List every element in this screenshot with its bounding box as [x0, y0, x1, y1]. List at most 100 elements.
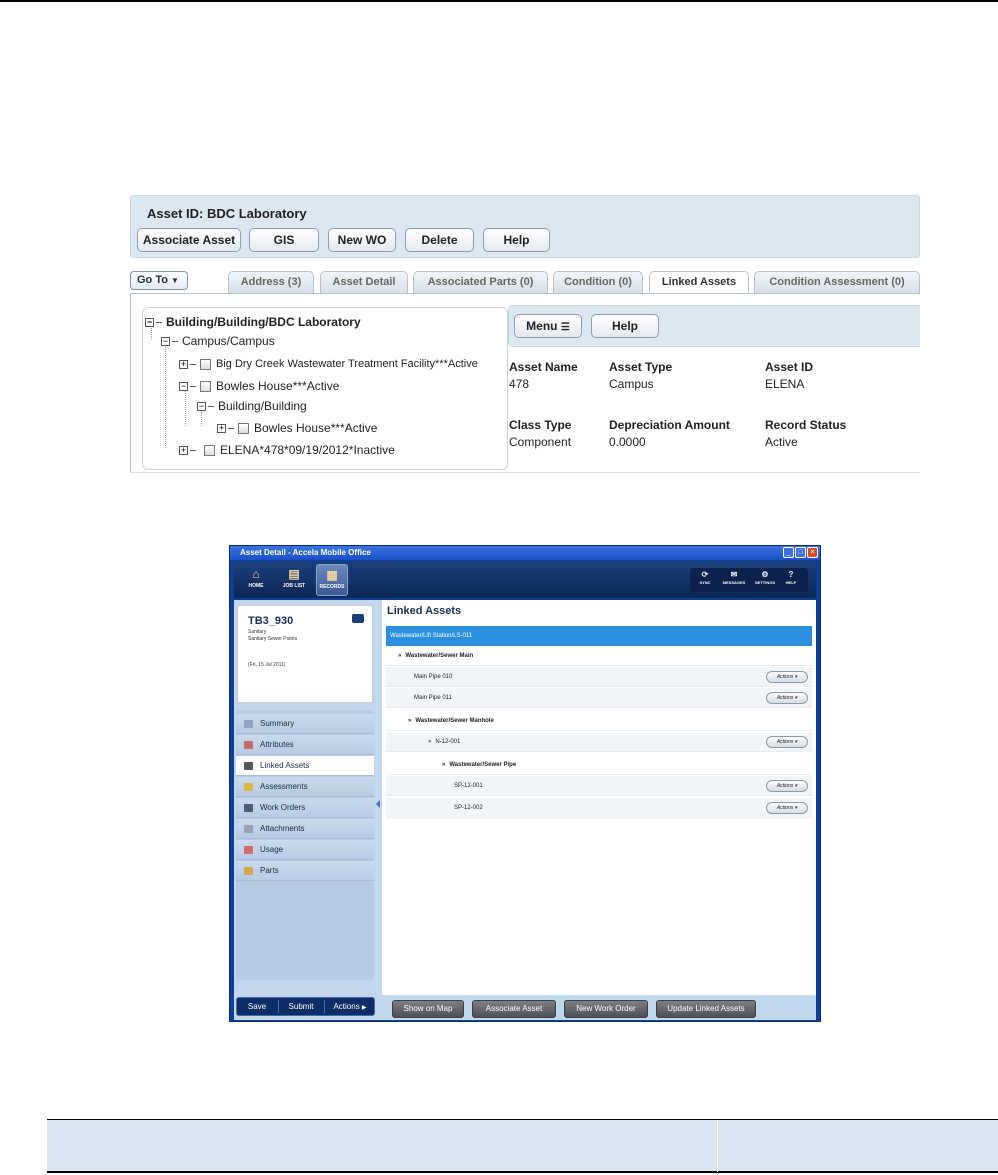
sync-button[interactable]: ⟳ SYNC [696, 570, 714, 585]
tree-checkbox[interactable] [238, 423, 249, 435]
tab-asset-detail[interactable]: Asset Detail [320, 271, 408, 293]
side-item-linked-assets[interactable]: Linked Assets [236, 756, 374, 776]
tree-node-campus[interactable]: − Campus/Campus [161, 333, 275, 349]
linked-assets-panel: Linked Assets Wastewater/Lift Station/LS… [382, 600, 816, 995]
tree-node-bowles-house[interactable]: − Bowles House***Active [179, 378, 339, 394]
nav-job-list[interactable]: ▤ JOB LIST [278, 564, 310, 596]
group-row-sewer-pipe[interactable]: » Wastewater/Sewer Pipe [386, 755, 812, 775]
list-item[interactable]: SP-12-001 Actions ▾ [386, 776, 812, 796]
expand-icon[interactable]: + [179, 446, 188, 456]
asset-name-label: Asset Name [509, 360, 578, 374]
side-item-label: Attachments [260, 824, 305, 833]
side-item-parts[interactable]: Parts [236, 861, 374, 881]
tab-condition[interactable]: Condition (0) [553, 271, 643, 293]
chevron-down-icon: ▼ [170, 276, 179, 285]
help-system-button[interactable]: ? HELP [782, 570, 800, 585]
tree-node-elena[interactable]: + ELENA*478*09/19/2012*Inactive [179, 442, 395, 458]
panel-title: Linked Assets [387, 605, 462, 617]
actions-button[interactable]: Actions ▾ [766, 780, 808, 792]
detail-help-button[interactable]: Help [591, 314, 659, 338]
help-icon: ? [788, 570, 794, 579]
tree-branch-dash [228, 428, 234, 430]
settings-label: SETTINGS [754, 580, 775, 585]
side-item-label: Parts [260, 866, 279, 875]
help-button[interactable]: Help [483, 228, 550, 252]
asset-id-label: Asset ID [765, 360, 814, 374]
tab-address[interactable]: Address (3) [228, 271, 314, 293]
group-label: Wastewater/Sewer Main [405, 653, 474, 659]
tree-node-building[interactable]: − Building/Building [197, 398, 307, 414]
job-list-icon: ▤ [288, 567, 300, 581]
close-icon[interactable]: ✕ [807, 547, 818, 558]
side-item-attributes[interactable]: Attributes [236, 735, 374, 755]
list-item[interactable]: » N-12-001 Actions ▾ [386, 732, 812, 752]
tab-linked-assets[interactable]: Linked Assets [649, 271, 749, 294]
side-item-assessments[interactable]: Assessments [236, 777, 374, 797]
submit-button[interactable]: Submit [279, 998, 323, 1015]
associate-asset-mobile-button[interactable]: Associate Asset [472, 1000, 556, 1018]
app-toolbar: ⌂ HOME ▤ JOB LIST ▦ RECORDS ⟳ SYNC ✉ MESSAGES… [234, 562, 816, 598]
list-item[interactable]: Main Pipe 010 Actions ▾ [386, 667, 812, 687]
nav-home[interactable]: ⌂ HOME [240, 564, 272, 596]
chevron-double-down-icon: » [408, 718, 412, 724]
messages-button[interactable]: ✉ MESSAGES [720, 570, 748, 585]
side-item-work-orders[interactable]: Work Orders [236, 798, 374, 818]
update-linked-assets-button[interactable]: Update Linked Assets [656, 1000, 756, 1018]
group-row-sewer-main[interactable]: » Wastewater/Sewer Main [386, 646, 812, 666]
collapse-icon[interactable]: − [179, 382, 188, 392]
tree-node-bowles-house-child[interactable]: + Bowles House***Active [217, 420, 377, 436]
gis-button[interactable]: GIS [249, 228, 319, 252]
maximize-icon[interactable]: □ [795, 547, 806, 558]
expand-icon[interactable]: + [217, 424, 226, 434]
nav-records[interactable]: ▦ RECORDS [316, 564, 348, 596]
tree-branch-dash [208, 406, 214, 408]
work-orders-icon [244, 804, 253, 812]
new-wo-button[interactable]: New WO [328, 228, 396, 252]
associate-asset-button[interactable]: Associate Asset [137, 228, 241, 252]
actions-button[interactable]: Actions ▾ [766, 692, 808, 704]
collapse-icon[interactable]: − [197, 402, 206, 412]
summary-icon [244, 720, 253, 728]
actions-button[interactable]: Actions ▾ [766, 736, 808, 748]
group-row-sewer-manhole[interactable]: » Wastewater/Sewer Manhole [386, 711, 812, 731]
side-item-summary[interactable]: Summary [236, 714, 374, 734]
tab-associated-parts[interactable]: Associated Parts (0) [413, 271, 548, 293]
save-button[interactable]: Save [237, 998, 277, 1015]
tree-node-big-dry-creek[interactable]: + Big Dry Creek Wastewater Treatment Faci… [179, 356, 478, 372]
tab-underline [130, 293, 920, 294]
menu-button[interactable]: Menu ☰ [514, 314, 582, 338]
camera-icon[interactable] [352, 614, 364, 623]
actions-button[interactable]: Actions ▾ [766, 671, 808, 683]
collapse-icon[interactable]: − [145, 318, 154, 328]
goto-dropdown[interactable]: Go To ▼ [130, 271, 188, 290]
list-item[interactable]: Main Pipe 011 Actions ▾ [386, 688, 812, 708]
asset-id-value: ELENA [765, 377, 805, 391]
new-work-order-button[interactable]: New Work Order [564, 1000, 648, 1018]
actions-button[interactable]: Actions ▾ [766, 802, 808, 814]
settings-button[interactable]: ⚙ SETTINGS [752, 570, 778, 585]
tree-checkbox[interactable] [200, 358, 211, 370]
side-item-label: Attributes [260, 740, 294, 749]
panel-splitter-arrow-icon[interactable] [376, 800, 380, 808]
chevron-double-down-icon: » [442, 762, 446, 768]
minimize-icon[interactable]: _ [783, 547, 794, 558]
tab-condition-assessment[interactable]: Condition Assessment (0) [754, 271, 920, 293]
list-item[interactable]: SP-12-002 Actions ▾ [386, 798, 812, 818]
side-item-usage[interactable]: Usage [236, 840, 374, 860]
delete-button[interactable]: Delete [405, 228, 474, 252]
asset-type-label: Asset Type [609, 360, 673, 374]
linked-asset-parent-row[interactable]: Wastewater/Lift Station/LS-011 [386, 626, 812, 646]
help-system-label: HELP [785, 580, 797, 585]
assessments-icon [244, 783, 253, 791]
tree-checkbox[interactable] [200, 381, 211, 393]
list-item-label: Main Pipe 011 [414, 695, 452, 701]
side-item-attachments[interactable]: Attachments [236, 819, 374, 839]
side-item-label: Assessments [260, 782, 308, 791]
collapse-icon[interactable]: − [161, 337, 170, 347]
expand-icon[interactable]: + [179, 359, 188, 369]
tree-node-root[interactable]: − Building/Building/BDC Laboratory [145, 314, 361, 330]
show-on-map-button[interactable]: Show on Map [392, 1000, 464, 1018]
parts-icon [244, 867, 253, 875]
actions-menu-button[interactable]: Actions ▶ [325, 998, 375, 1015]
tree-checkbox[interactable] [204, 445, 215, 457]
